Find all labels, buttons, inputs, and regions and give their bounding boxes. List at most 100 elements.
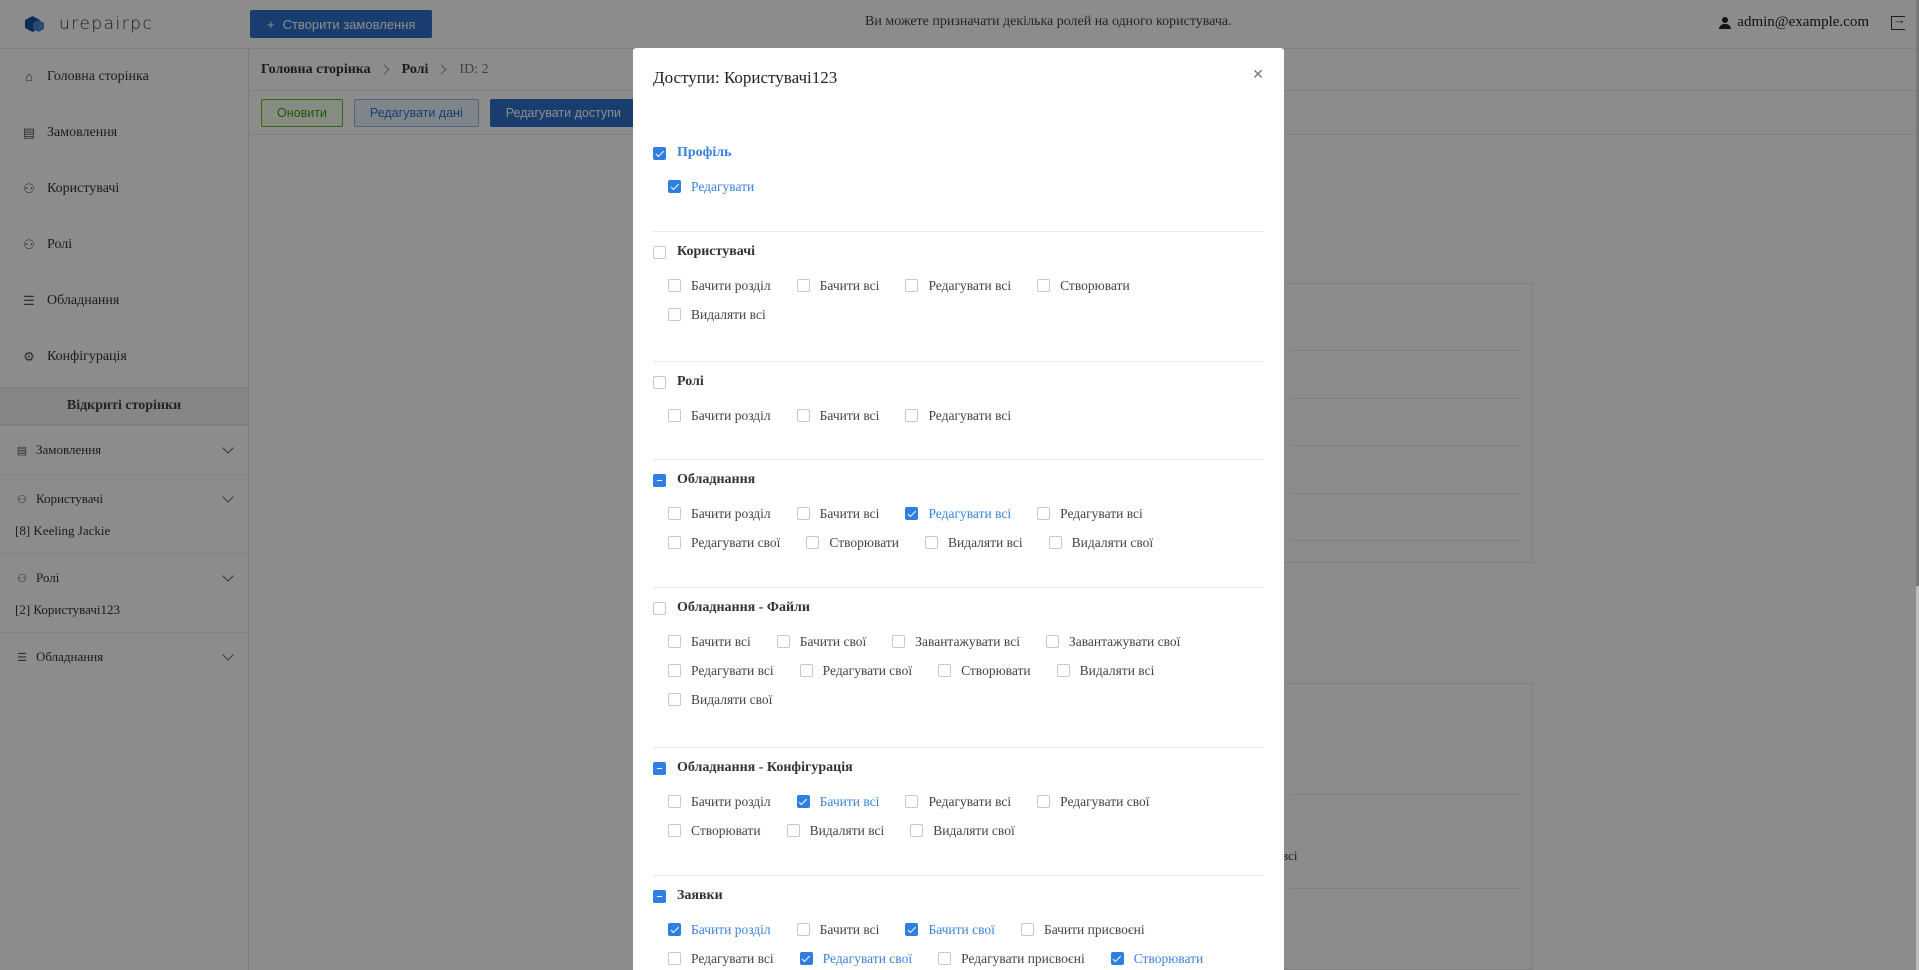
permission-option[interactable]: Редагувати всі bbox=[905, 506, 1011, 522]
permission-checkbox[interactable] bbox=[905, 409, 919, 422]
permission-checkbox[interactable] bbox=[806, 536, 820, 549]
permission-option[interactable]: Бачити розділ bbox=[668, 506, 771, 522]
permission-checkbox[interactable] bbox=[786, 824, 800, 837]
permission-option[interactable]: Бачити всі bbox=[796, 506, 879, 522]
permission-group: Обладнання - Файли Бачити всі Бачити свої З… bbox=[653, 598, 1264, 748]
permission-option[interactable]: Видаляти всі bbox=[786, 823, 884, 839]
permission-group-toggle[interactable]: Заявки bbox=[653, 886, 1264, 906]
permission-option[interactable]: Редагувати всі bbox=[1037, 506, 1143, 522]
permission-checkbox[interactable] bbox=[1110, 952, 1124, 965]
permission-option[interactable]: Бачити свої bbox=[905, 922, 995, 938]
permission-option[interactable]: Видаляти свої bbox=[668, 692, 772, 708]
permission-option[interactable]: Бачити всі bbox=[796, 278, 879, 294]
permission-checkbox[interactable] bbox=[668, 952, 681, 965]
permission-option[interactable]: Бачити присвоєні bbox=[1020, 922, 1145, 938]
permission-group-toggle[interactable]: Профіль bbox=[653, 143, 1264, 163]
permission-checkbox[interactable] bbox=[1045, 635, 1059, 648]
permission-checkbox[interactable] bbox=[668, 795, 681, 808]
permission-option[interactable]: Створювати bbox=[668, 823, 761, 839]
close-icon[interactable]: ✕ bbox=[1245, 62, 1271, 88]
permission-option[interactable]: Редагувати всі bbox=[905, 794, 1011, 810]
group-checkbox[interactable] bbox=[653, 146, 666, 160]
permission-option[interactable]: Створювати bbox=[1037, 278, 1130, 294]
permission-option[interactable]: Завантажувати всі bbox=[892, 634, 1020, 650]
permission-checkbox[interactable] bbox=[905, 279, 919, 292]
permission-option[interactable]: Бачити розділ bbox=[668, 794, 771, 810]
permission-checkbox[interactable] bbox=[905, 795, 919, 808]
permission-checkbox[interactable] bbox=[796, 279, 810, 292]
permission-option[interactable]: Створювати bbox=[1110, 951, 1203, 967]
permission-checkbox[interactable] bbox=[905, 507, 919, 520]
permission-checkbox[interactable] bbox=[910, 824, 924, 837]
permission-group-toggle[interactable]: Ролі bbox=[653, 372, 1264, 392]
permission-checkbox[interactable] bbox=[668, 279, 681, 292]
permission-option[interactable]: Бачити всі bbox=[668, 634, 751, 650]
permission-checkbox[interactable] bbox=[668, 635, 681, 648]
permission-option[interactable]: Видаляти всі bbox=[924, 535, 1023, 551]
group-checkbox[interactable] bbox=[653, 245, 666, 259]
permission-option[interactable]: Редагувати свої bbox=[799, 951, 912, 967]
permission-option[interactable]: Бачити всі bbox=[796, 407, 880, 424]
permission-checkbox[interactable] bbox=[892, 635, 906, 648]
permission-group-toggle[interactable]: Обладнання - Конфігурація bbox=[653, 758, 1264, 778]
permission-option[interactable]: Редагувати свої bbox=[1037, 794, 1150, 810]
permission-checkbox[interactable] bbox=[668, 824, 681, 837]
permission-checkbox[interactable] bbox=[905, 923, 919, 936]
permission-checkbox[interactable] bbox=[796, 795, 810, 808]
permission-option[interactable]: Редагувати всі bbox=[668, 951, 774, 967]
permission-option[interactable]: Бачити свої bbox=[776, 634, 866, 650]
permission-checkbox[interactable] bbox=[668, 664, 681, 677]
permission-option[interactable]: Бачити всі bbox=[796, 794, 879, 810]
permission-checkbox[interactable] bbox=[668, 923, 681, 936]
permission-label: Бачити всі bbox=[819, 407, 880, 423]
permission-checkbox[interactable] bbox=[938, 952, 952, 965]
group-checkbox[interactable] bbox=[653, 761, 666, 775]
permission-checkbox[interactable] bbox=[799, 952, 813, 965]
permission-group-toggle[interactable]: Обладнання - Файли bbox=[653, 598, 1264, 618]
permission-option[interactable]: Створювати bbox=[806, 535, 899, 551]
permission-option[interactable]: Завантажувати свої bbox=[1045, 634, 1180, 650]
permission-checkbox[interactable] bbox=[1048, 536, 1062, 549]
permission-checkbox[interactable] bbox=[668, 536, 681, 549]
permission-label: Бачити всі bbox=[691, 633, 751, 649]
group-checkbox[interactable] bbox=[653, 473, 666, 487]
permission-option[interactable]: Бачити розділ bbox=[668, 408, 771, 424]
permission-checkbox[interactable] bbox=[668, 308, 681, 321]
permission-option[interactable]: Редагувати bbox=[668, 179, 754, 195]
permission-option[interactable]: Створювати bbox=[938, 663, 1031, 679]
permission-option[interactable]: Видаляти всі bbox=[1056, 663, 1154, 679]
permission-option[interactable]: Видаляти всі bbox=[668, 307, 766, 323]
permission-option[interactable]: Редагувати всі bbox=[905, 408, 1011, 424]
permission-option[interactable]: Редагувати свої bbox=[799, 663, 912, 679]
permission-checkbox[interactable] bbox=[799, 664, 813, 677]
group-checkbox[interactable] bbox=[653, 889, 666, 903]
permission-checkbox[interactable] bbox=[796, 409, 810, 422]
permission-checkbox[interactable] bbox=[668, 507, 681, 520]
permission-checkbox[interactable] bbox=[668, 693, 681, 706]
permission-checkbox[interactable] bbox=[1020, 923, 1034, 936]
permission-checkbox[interactable] bbox=[924, 536, 938, 549]
permission-group-toggle[interactable]: Користувачі bbox=[653, 242, 1264, 262]
permission-checkbox[interactable] bbox=[668, 409, 681, 422]
permission-checkbox[interactable] bbox=[776, 635, 790, 648]
permission-checkbox[interactable] bbox=[1037, 507, 1051, 520]
permission-checkbox[interactable] bbox=[1056, 664, 1070, 677]
permission-option[interactable]: Редагувати присвоєні bbox=[938, 951, 1085, 967]
group-checkbox[interactable] bbox=[653, 375, 666, 389]
permission-checkbox[interactable] bbox=[1037, 279, 1051, 292]
permission-option[interactable]: Бачити розділ bbox=[668, 922, 771, 938]
permission-option[interactable]: Редагувати всі bbox=[668, 663, 774, 679]
permission-checkbox[interactable] bbox=[796, 923, 810, 936]
permission-group-toggle[interactable]: Обладнання bbox=[653, 470, 1264, 490]
permission-checkbox[interactable] bbox=[1037, 795, 1051, 808]
group-checkbox[interactable] bbox=[653, 601, 666, 615]
permission-option[interactable]: Бачити всі bbox=[796, 922, 879, 938]
permission-checkbox[interactable] bbox=[938, 664, 952, 677]
permission-checkbox[interactable] bbox=[796, 507, 810, 520]
permission-option[interactable]: Редагувати всі bbox=[905, 278, 1011, 294]
permission-option[interactable]: Видаляти свої bbox=[910, 823, 1015, 839]
permission-option[interactable]: Бачити розділ bbox=[668, 278, 771, 294]
permission-option[interactable]: Видаляти свої bbox=[1048, 535, 1153, 551]
permission-option[interactable]: Редагувати свої bbox=[668, 535, 780, 551]
permission-checkbox[interactable] bbox=[668, 180, 681, 193]
